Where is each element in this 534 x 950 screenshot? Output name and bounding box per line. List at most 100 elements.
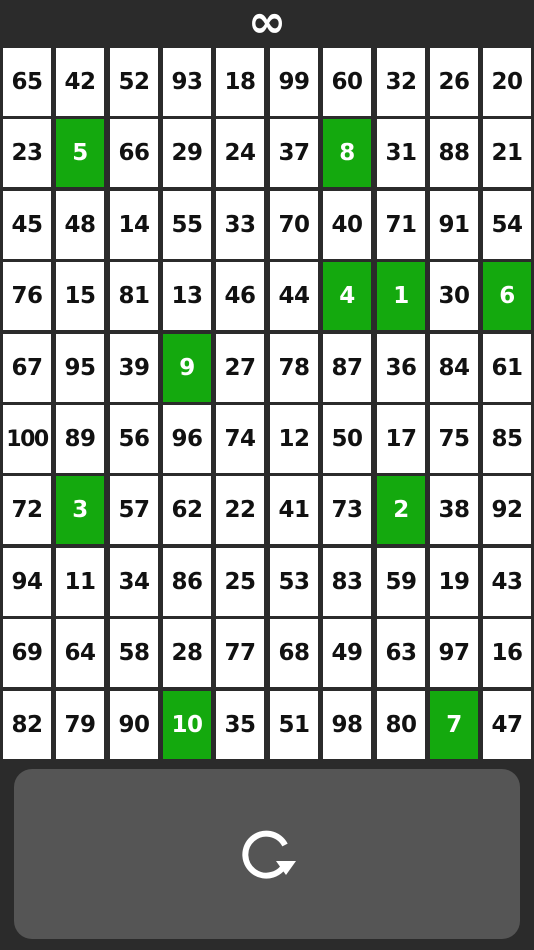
number-cell[interactable]: 69 [3, 619, 51, 687]
number-cell[interactable]: 63 [377, 619, 425, 687]
number-cell[interactable]: 18 [216, 48, 264, 116]
number-cell[interactable]: 65 [3, 48, 51, 116]
number-cell[interactable]: 91 [430, 191, 478, 259]
number-cell[interactable]: 23 [3, 119, 51, 187]
number-cell[interactable]: 55 [163, 191, 211, 259]
number-cell[interactable]: 80 [377, 691, 425, 759]
number-cell[interactable]: 46 [216, 262, 264, 330]
number-cell[interactable]: 51 [270, 691, 318, 759]
number-cell[interactable]: 26 [430, 48, 478, 116]
number-cell[interactable]: 75 [430, 405, 478, 473]
number-cell[interactable]: 83 [323, 548, 371, 616]
number-cell[interactable]: 67 [3, 334, 51, 402]
number-cell[interactable]: 79 [56, 691, 104, 759]
number-cell[interactable]: 85 [483, 405, 531, 473]
number-cell[interactable]: 35 [216, 691, 264, 759]
reset-button[interactable] [14, 769, 520, 939]
number-cell[interactable]: 12 [270, 405, 318, 473]
number-cell[interactable]: 36 [377, 334, 425, 402]
number-cell[interactable]: 6 [483, 262, 531, 330]
number-cell[interactable]: 32 [377, 48, 425, 116]
number-cell[interactable]: 11 [56, 548, 104, 616]
number-cell[interactable]: 10 [163, 691, 211, 759]
number-cell[interactable]: 95 [56, 334, 104, 402]
number-cell[interactable]: 97 [430, 619, 478, 687]
number-cell[interactable]: 52 [110, 48, 158, 116]
number-cell[interactable]: 62 [163, 476, 211, 544]
number-cell[interactable]: 30 [430, 262, 478, 330]
number-cell[interactable]: 96 [163, 405, 211, 473]
number-cell[interactable]: 81 [110, 262, 158, 330]
number-cell[interactable]: 2 [377, 476, 425, 544]
number-cell[interactable]: 29 [163, 119, 211, 187]
number-cell[interactable]: 9 [163, 334, 211, 402]
number-cell[interactable]: 50 [323, 405, 371, 473]
number-cell[interactable]: 94 [3, 548, 51, 616]
number-cell[interactable]: 59 [377, 548, 425, 616]
number-cell[interactable]: 98 [323, 691, 371, 759]
number-cell[interactable]: 3 [56, 476, 104, 544]
number-cell[interactable]: 86 [163, 548, 211, 616]
number-cell[interactable]: 22 [216, 476, 264, 544]
number-cell[interactable]: 40 [323, 191, 371, 259]
number-cell[interactable]: 68 [270, 619, 318, 687]
number-cell[interactable]: 56 [110, 405, 158, 473]
number-cell[interactable]: 15 [56, 262, 104, 330]
number-cell[interactable]: 20 [483, 48, 531, 116]
number-cell[interactable]: 13 [163, 262, 211, 330]
number-cell[interactable]: 31 [377, 119, 425, 187]
number-cell[interactable]: 33 [216, 191, 264, 259]
number-cell[interactable]: 70 [270, 191, 318, 259]
number-cell[interactable]: 5 [56, 119, 104, 187]
number-cell[interactable]: 60 [323, 48, 371, 116]
number-cell[interactable]: 37 [270, 119, 318, 187]
number-cell[interactable]: 53 [270, 548, 318, 616]
number-cell[interactable]: 41 [270, 476, 318, 544]
number-cell[interactable]: 16 [483, 619, 531, 687]
number-cell[interactable]: 100 [3, 405, 51, 473]
number-cell[interactable]: 82 [3, 691, 51, 759]
number-cell[interactable]: 14 [110, 191, 158, 259]
number-cell[interactable]: 58 [110, 619, 158, 687]
number-cell[interactable]: 90 [110, 691, 158, 759]
number-cell[interactable]: 71 [377, 191, 425, 259]
number-cell[interactable]: 42 [56, 48, 104, 116]
number-cell[interactable]: 92 [483, 476, 531, 544]
number-cell[interactable]: 39 [110, 334, 158, 402]
number-cell[interactable]: 54 [483, 191, 531, 259]
number-cell[interactable]: 87 [323, 334, 371, 402]
number-cell[interactable]: 43 [483, 548, 531, 616]
number-cell[interactable]: 1 [377, 262, 425, 330]
number-cell[interactable]: 61 [483, 334, 531, 402]
number-cell[interactable]: 57 [110, 476, 158, 544]
number-cell[interactable]: 78 [270, 334, 318, 402]
number-cell[interactable]: 38 [430, 476, 478, 544]
number-cell[interactable]: 64 [56, 619, 104, 687]
number-cell[interactable]: 49 [323, 619, 371, 687]
number-cell[interactable]: 73 [323, 476, 371, 544]
number-cell[interactable]: 45 [3, 191, 51, 259]
number-cell[interactable]: 93 [163, 48, 211, 116]
number-cell[interactable]: 25 [216, 548, 264, 616]
number-cell[interactable]: 44 [270, 262, 318, 330]
number-cell[interactable]: 99 [270, 48, 318, 116]
number-cell[interactable]: 19 [430, 548, 478, 616]
number-cell[interactable]: 89 [56, 405, 104, 473]
number-cell[interactable]: 47 [483, 691, 531, 759]
number-cell[interactable]: 8 [323, 119, 371, 187]
number-cell[interactable]: 84 [430, 334, 478, 402]
number-cell[interactable]: 21 [483, 119, 531, 187]
number-cell[interactable]: 24 [216, 119, 264, 187]
number-cell[interactable]: 72 [3, 476, 51, 544]
number-cell[interactable]: 74 [216, 405, 264, 473]
number-cell[interactable]: 34 [110, 548, 158, 616]
number-cell[interactable]: 77 [216, 619, 264, 687]
number-cell[interactable]: 76 [3, 262, 51, 330]
number-cell[interactable]: 66 [110, 119, 158, 187]
number-cell[interactable]: 27 [216, 334, 264, 402]
number-cell[interactable]: 48 [56, 191, 104, 259]
number-cell[interactable]: 4 [323, 262, 371, 330]
number-cell[interactable]: 88 [430, 119, 478, 187]
number-cell[interactable]: 17 [377, 405, 425, 473]
number-cell[interactable]: 28 [163, 619, 211, 687]
